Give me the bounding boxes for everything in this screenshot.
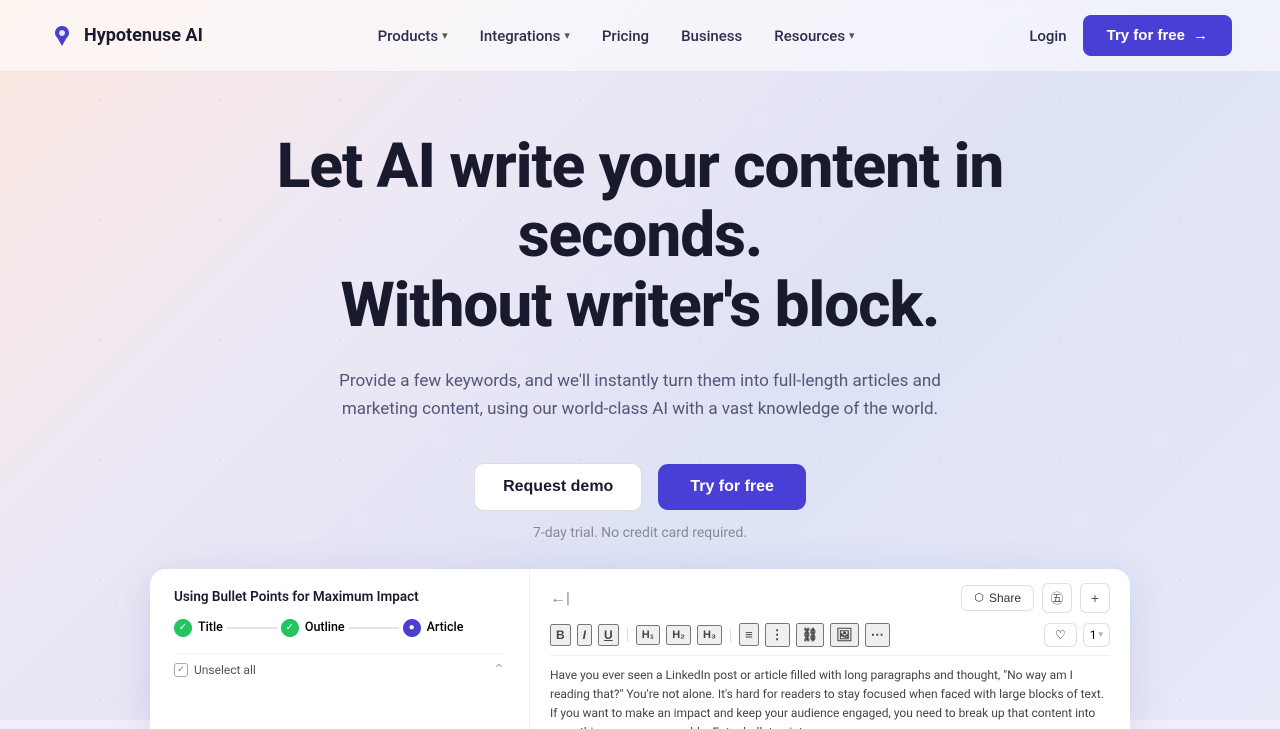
hero-buttons: Request demo Try for free <box>474 463 806 511</box>
add-button[interactable]: + <box>1080 583 1110 613</box>
step-outline: ✓ Outline <box>281 619 345 637</box>
ordered-list-button[interactable]: ⋮ <box>765 623 790 647</box>
preview-right-header: ←| ⬡ Share ㊄ + <box>550 583 1110 613</box>
preview-left-panel: Using Bullet Points for Maximum Impact ✓… <box>150 569 530 729</box>
heart-icon: ♡ <box>1055 628 1066 642</box>
nav-item-resources[interactable]: Resources ▾ <box>760 19 868 53</box>
link-button[interactable]: ⛓ <box>796 623 825 647</box>
checkbox-icon[interactable]: ✓ <box>174 663 188 677</box>
resources-chevron-icon: ▾ <box>849 29 855 42</box>
image-button[interactable]: 🖼 <box>830 623 859 647</box>
preview-right-panel: ←| ⬡ Share ㊄ + B I U H₁ H₂ H₃ <box>530 569 1130 729</box>
unselect-row: ✓ Unselect all ⌃ <box>174 653 505 686</box>
step-line-1 <box>227 627 277 629</box>
try-for-free-nav-button[interactable]: Try for free → <box>1083 15 1232 56</box>
counter-value: 1 <box>1090 628 1097 642</box>
try-for-free-hero-button[interactable]: Try for free <box>658 464 806 510</box>
nav-actions: Login Try for free → <box>1029 15 1232 56</box>
toolbar-separator-2 <box>730 628 731 642</box>
logo-text: Hypotenuse AI <box>84 25 203 46</box>
nav-item-pricing[interactable]: Pricing <box>588 19 663 53</box>
italic-button[interactable]: I <box>577 624 592 646</box>
h3-button[interactable]: H₃ <box>697 625 722 645</box>
counter-chevron-icon[interactable]: ▾ <box>1098 630 1103 640</box>
step-title-label: Title <box>198 620 223 635</box>
step-outline-label: Outline <box>305 620 345 635</box>
unselect-text: ✓ Unselect all <box>174 663 256 677</box>
translate-icon: ㊄ <box>1050 588 1063 607</box>
counter-control: 1 ▾ <box>1083 623 1110 647</box>
step-line-2 <box>349 627 399 629</box>
share-icon: ⬡ <box>974 591 984 604</box>
arrow-icon: → <box>1193 27 1208 44</box>
translate-button[interactable]: ㊄ <box>1042 583 1072 613</box>
step-title-check-icon: ✓ <box>174 619 192 637</box>
hero-section: Let AI write your content in seconds. Wi… <box>0 72 1280 541</box>
nav-links: Products ▾ Integrations ▾ Pricing Busine… <box>364 19 869 53</box>
step-outline-check-icon: ✓ <box>281 619 299 637</box>
login-link[interactable]: Login <box>1029 27 1066 45</box>
h2-button[interactable]: H₂ <box>666 625 691 645</box>
nav-item-business[interactable]: Business <box>667 19 756 53</box>
logo-link[interactable]: Hypotenuse AI <box>48 22 203 50</box>
product-preview-card: Using Bullet Points for Maximum Impact ✓… <box>150 569 1130 729</box>
progress-steps: ✓ Title ✓ Outline ● Article <box>174 619 505 637</box>
logo-icon <box>48 22 76 50</box>
unselect-toggle-icon: ⌃ <box>493 662 505 678</box>
step-title: ✓ Title <box>174 619 223 637</box>
h1-button[interactable]: H₁ <box>636 625 661 645</box>
step-article-check-icon: ● <box>403 619 421 637</box>
hero-subtitle: Provide a few keywords, and we'll instan… <box>330 368 950 422</box>
back-icon[interactable]: ←| <box>550 588 570 608</box>
preview-article-title: Using Bullet Points for Maximum Impact <box>174 589 505 605</box>
unselect-label[interactable]: Unselect all <box>194 663 256 677</box>
bold-button[interactable]: B <box>550 624 571 646</box>
article-body: Have you ever seen a LinkedIn post or ar… <box>550 666 1110 729</box>
toolbar-separator-1 <box>627 628 628 642</box>
list-button[interactable]: ≡ <box>739 623 759 646</box>
step-article: ● Article <box>403 619 464 637</box>
integrations-chevron-icon: ▾ <box>564 29 570 42</box>
underline-button[interactable]: U <box>598 624 619 646</box>
step-article-label: Article <box>427 620 464 635</box>
nav-item-integrations[interactable]: Integrations ▾ <box>466 19 584 53</box>
plus-icon: + <box>1091 590 1099 606</box>
editor-toolbar: B I U H₁ H₂ H₃ ≡ ⋮ ⛓ 🖼 ⋯ ♡ 1 ▾ <box>550 623 1110 656</box>
products-chevron-icon: ▾ <box>442 29 448 42</box>
share-button[interactable]: ⬡ Share <box>961 585 1034 611</box>
request-demo-button[interactable]: Request demo <box>474 463 642 511</box>
nav-item-products[interactable]: Products ▾ <box>364 19 462 53</box>
preview-header-actions: ⬡ Share ㊄ + <box>961 583 1110 613</box>
trial-note: 7-day trial. No credit card required. <box>533 525 747 541</box>
navbar: Hypotenuse AI Products ▾ Integrations ▾ … <box>0 0 1280 72</box>
hero-title: Let AI write your content in seconds. Wi… <box>190 132 1090 340</box>
more-button[interactable]: ⋯ <box>865 623 890 647</box>
heart-counter: ♡ <box>1044 623 1077 647</box>
